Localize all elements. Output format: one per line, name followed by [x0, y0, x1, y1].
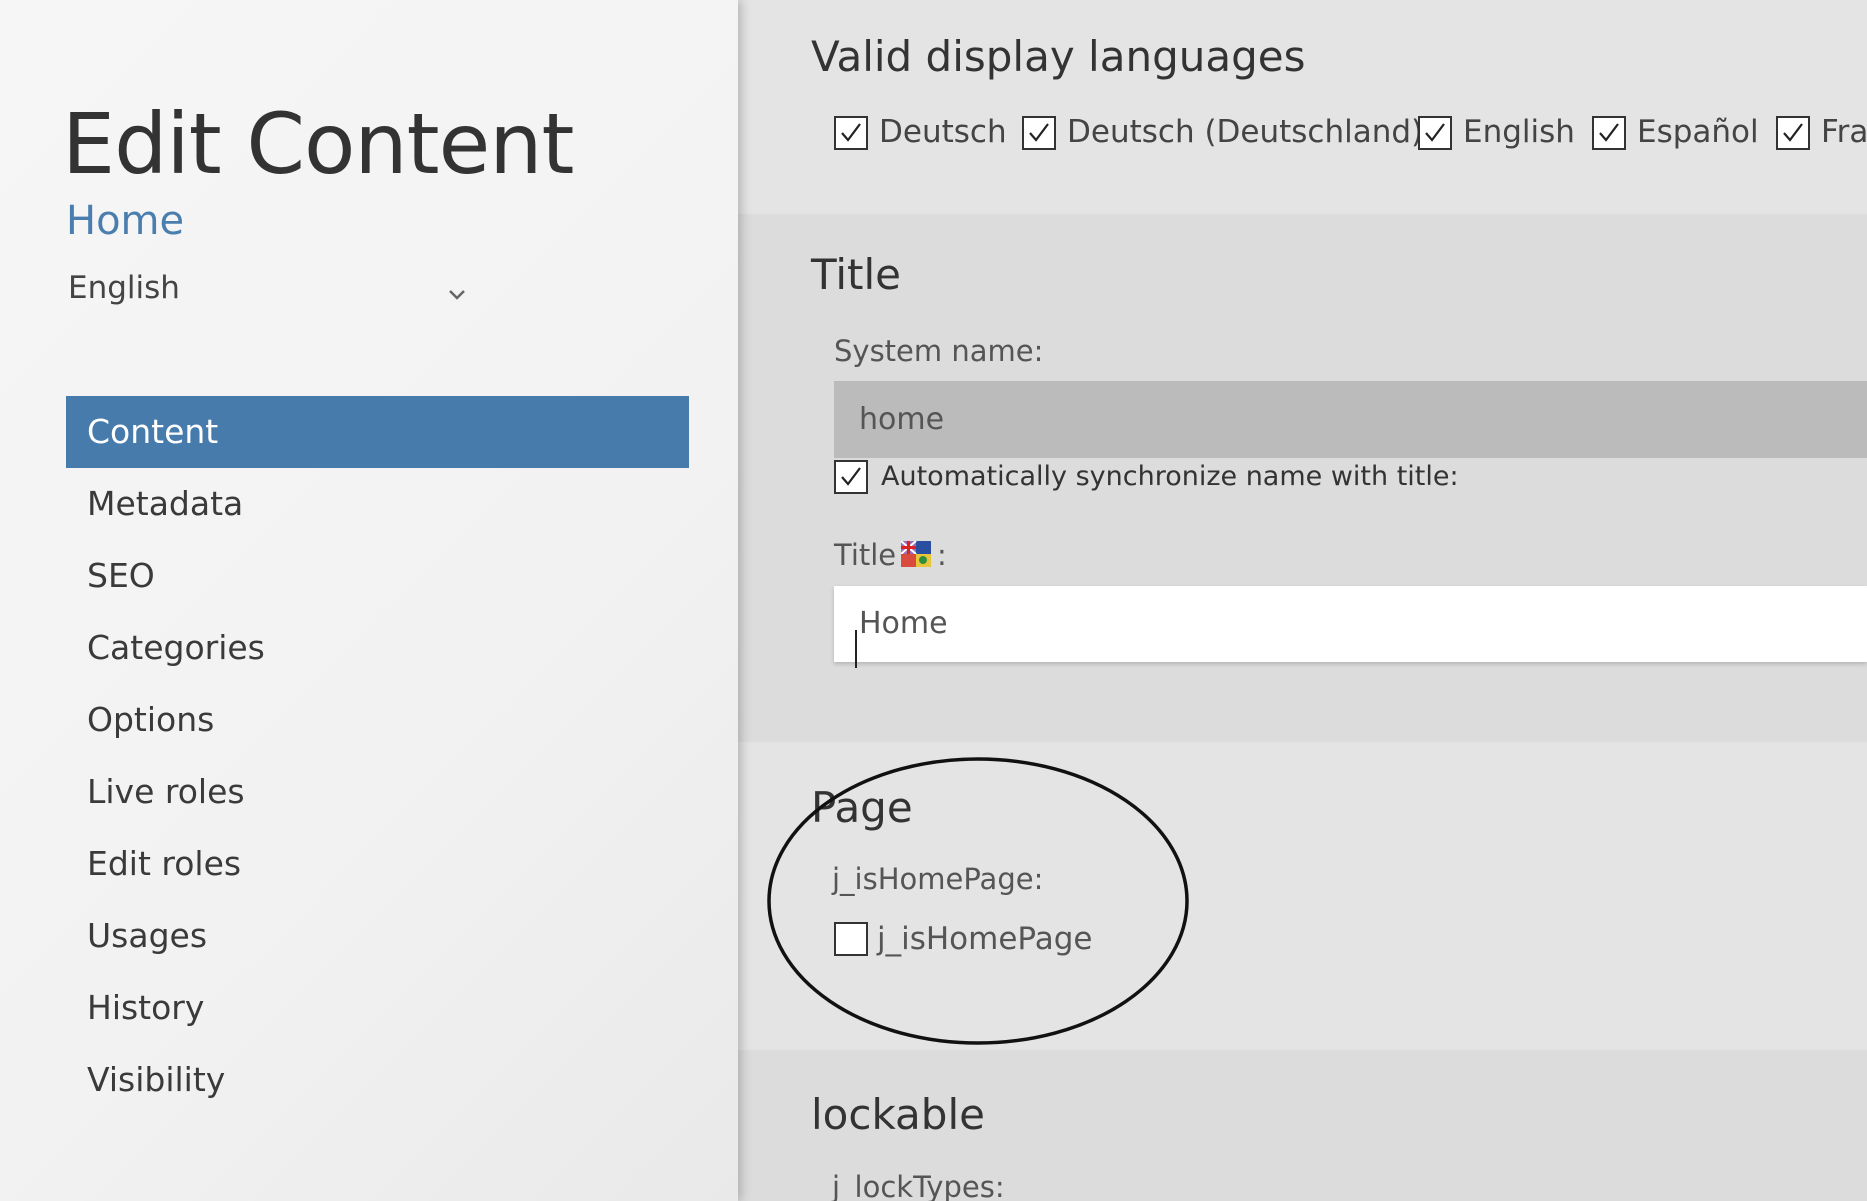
page-heading: Page	[811, 783, 913, 832]
is-home-page-label: j_isHomePage:	[832, 862, 1044, 896]
system-name-field: home	[834, 381, 1867, 458]
language-label-deutsch: Deutsch	[879, 114, 1007, 150]
language-label-deutsch-deutschland: Deutsch (Deutschland)	[1067, 114, 1424, 150]
sidebar-item-seo[interactable]: SEO	[66, 540, 689, 612]
title-field-suffix: :	[937, 538, 947, 572]
chevron-down-icon	[449, 290, 465, 300]
main-content: Valid display languages Deutsch Deutsch …	[738, 0, 1867, 1201]
title-input-value: Home	[859, 606, 948, 641]
language-label-english: English	[1463, 114, 1575, 150]
lockable-heading: lockable	[811, 1090, 985, 1139]
sync-name-label: Automatically synchronize name with titl…	[881, 461, 1459, 492]
languages-heading: Valid display languages	[811, 32, 1306, 81]
sync-name-checkbox[interactable]	[834, 460, 868, 494]
checkbox-deutsch-deutschland[interactable]	[1022, 116, 1056, 150]
title-heading: Title	[811, 250, 902, 299]
check-icon	[1029, 123, 1049, 142]
sidebar-nav: Content Metadata SEO Categories Options …	[66, 396, 689, 1116]
page-title: Edit Content	[62, 95, 574, 193]
sidebar-item-metadata[interactable]: Metadata	[66, 468, 689, 540]
languages-section: Valid display languages Deutsch Deutsch …	[738, 0, 1867, 214]
check-icon	[1783, 123, 1803, 142]
checkbox-english[interactable]	[1418, 116, 1452, 150]
sidebar-item-categories[interactable]: Categories	[66, 612, 689, 684]
page-subtitle: Home	[66, 198, 185, 244]
sidebar: Edit Content Home English Content Metada…	[0, 0, 738, 1201]
language-select-value: English	[68, 270, 180, 306]
sidebar-item-visibility[interactable]: Visibility	[66, 1044, 689, 1116]
system-name-label: System name:	[834, 334, 1044, 368]
sidebar-item-live-roles[interactable]: Live roles	[66, 756, 689, 828]
check-icon	[841, 467, 861, 486]
uk-flag-icon	[901, 541, 931, 567]
check-icon	[1599, 123, 1619, 142]
sidebar-item-usages[interactable]: Usages	[66, 900, 689, 972]
language-label-francais: Fra	[1821, 114, 1867, 150]
language-select[interactable]: English	[68, 270, 468, 318]
checkbox-deutsch[interactable]	[834, 116, 868, 150]
checkbox-espanol[interactable]	[1592, 116, 1626, 150]
check-icon	[841, 123, 861, 142]
lock-types-label: j_lockTypes:	[832, 1170, 1005, 1201]
language-label-espanol: Español	[1637, 114, 1759, 150]
sidebar-item-options[interactable]: Options	[66, 684, 689, 756]
check-icon	[1425, 123, 1445, 142]
system-name-value: home	[859, 402, 945, 437]
checkbox-francais[interactable]	[1776, 116, 1810, 150]
sidebar-item-edit-roles[interactable]: Edit roles	[66, 828, 689, 900]
is-home-page-checkbox[interactable]	[834, 922, 868, 956]
sidebar-item-history[interactable]: History	[66, 972, 689, 1044]
title-input[interactable]: Home	[834, 586, 1867, 668]
text-caret	[855, 630, 857, 668]
is-home-page-checkbox-label: j_isHomePage	[877, 921, 1093, 957]
title-field-label: Title	[834, 538, 897, 572]
sidebar-item-content[interactable]: Content	[66, 396, 689, 468]
